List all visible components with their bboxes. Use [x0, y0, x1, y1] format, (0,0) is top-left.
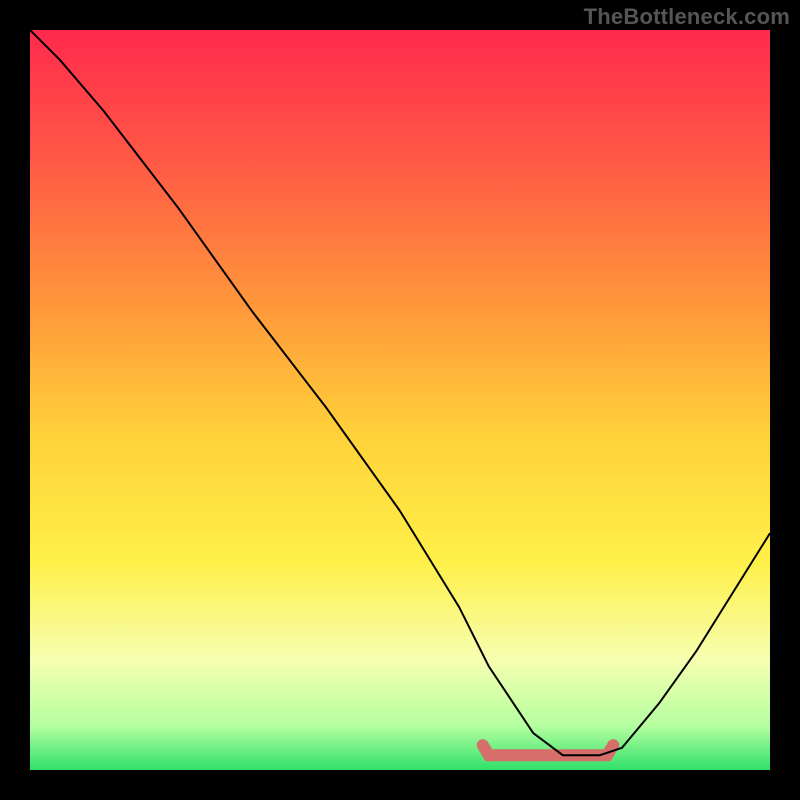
plot-area — [30, 30, 770, 770]
watermark-text: TheBottleneck.com — [584, 4, 790, 30]
gradient-background — [30, 30, 770, 770]
chart-container: TheBottleneck.com — [0, 0, 800, 800]
plot-svg — [30, 30, 770, 770]
